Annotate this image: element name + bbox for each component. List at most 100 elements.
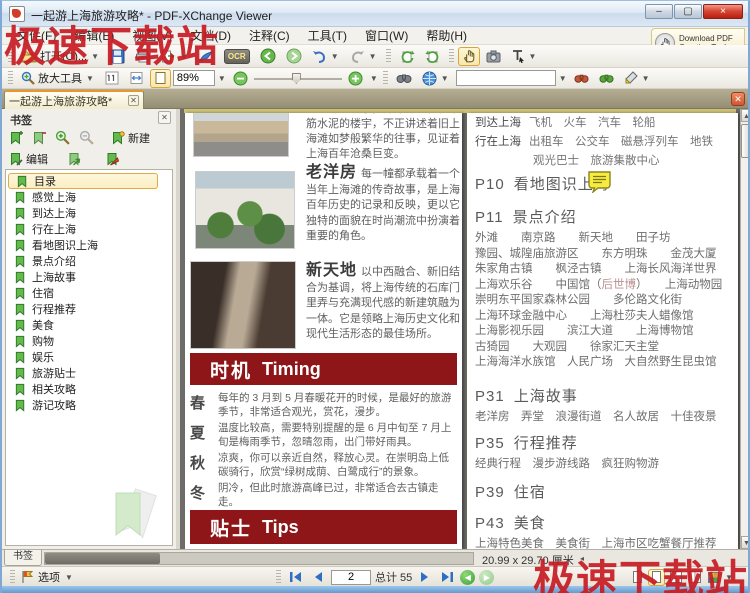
fit-page-button[interactable] <box>149 68 171 88</box>
toolbar-grip[interactable] <box>8 49 13 63</box>
bookmark-item[interactable]: 目录 <box>8 173 158 189</box>
next-view-button[interactable] <box>282 47 306 66</box>
sticky-note-icon[interactable] <box>587 170 612 193</box>
save-button[interactable] <box>106 47 129 66</box>
menu-comments[interactable]: 注释(C) <box>240 27 299 44</box>
toolbar-grip[interactable] <box>8 71 13 85</box>
export-dropdown-caret[interactable]: ▼ <box>179 52 189 61</box>
two-up-layout-button[interactable] <box>667 569 684 586</box>
bookmark-item[interactable]: 景点介绍 <box>6 253 172 269</box>
menu-document[interactable]: 文档(D) <box>181 27 240 44</box>
vertical-scrollbar[interactable]: ▲ ▼ <box>740 109 748 549</box>
options-label[interactable]: 选项 <box>38 569 60 585</box>
zoom-tool-button[interactable]: 放大工具 ▼ <box>17 69 99 88</box>
tab-close-icon[interactable]: ✕ <box>128 95 139 106</box>
highlight-caret[interactable]: ▼ <box>641 74 651 83</box>
continuous-layout-button[interactable] <box>648 568 666 586</box>
close-document-button[interactable]: ✕ <box>731 92 745 106</box>
hand-tool-button[interactable] <box>457 46 480 66</box>
search-caret[interactable]: ▼ <box>558 74 568 83</box>
reading-mode-button[interactable] <box>705 569 722 586</box>
browse-web-button[interactable]: ▼ <box>418 69 454 88</box>
email-button[interactable] <box>195 47 218 66</box>
open-button[interactable]: 打开(O)... ▼ <box>17 47 104 66</box>
bookmarks-bottom-tab[interactable]: 书签 <box>4 550 42 566</box>
previous-view-button[interactable] <box>256 47 280 66</box>
find-previous-button[interactable] <box>570 69 593 88</box>
bookmarks-close-icon[interactable]: ✕ <box>158 111 171 124</box>
ocr-button[interactable]: OCR <box>220 47 254 66</box>
bookmark-properties-button[interactable] <box>64 149 85 168</box>
bookmarks-zoom-in-button[interactable] <box>52 128 73 147</box>
find-next-button[interactable] <box>595 69 618 88</box>
bookmark-item[interactable]: 行在上海 <box>6 221 172 237</box>
toolbar-grip[interactable] <box>10 570 15 584</box>
bookmarks-zoom-out-button[interactable] <box>76 128 97 147</box>
history-forward-button[interactable]: ▶ <box>479 569 495 585</box>
undo-button[interactable]: ▼ <box>308 47 344 66</box>
menu-help[interactable]: 帮助(H) <box>417 27 476 44</box>
close-button[interactable]: × <box>703 4 743 19</box>
bookmark-item[interactable]: 感觉上海 <box>6 189 172 205</box>
history-back-button[interactable]: ◀ <box>460 569 476 585</box>
page-number-input[interactable] <box>331 569 371 585</box>
find-button[interactable] <box>392 69 416 88</box>
add-bookmark-button[interactable] <box>6 128 26 147</box>
scroll-up-icon[interactable]: ▲ <box>741 109 748 122</box>
toolbar-grip[interactable] <box>276 570 281 584</box>
bookmark-item[interactable]: 旅游贴士 <box>6 365 172 381</box>
search-input[interactable] <box>455 70 556 86</box>
bookmark-item[interactable]: 游记攻略 <box>6 397 172 413</box>
print-button[interactable] <box>131 47 155 66</box>
vertical-scrollbar-thumb[interactable] <box>741 124 748 158</box>
bookmark-item[interactable]: 住宿 <box>6 285 172 301</box>
fit-width-button[interactable] <box>125 69 148 88</box>
edit-bookmark-button[interactable]: 编辑 <box>6 149 51 168</box>
actual-size-button[interactable] <box>101 69 123 88</box>
select-text-tool-button[interactable]: ▼ <box>507 47 542 66</box>
toolbar-grip[interactable] <box>448 49 454 63</box>
menu-tools[interactable]: 工具(T) <box>299 27 356 44</box>
menu-window[interactable]: 窗口(W) <box>356 27 417 44</box>
options-caret[interactable]: ▼ <box>64 573 74 582</box>
rotate-cw-button[interactable] <box>421 47 445 66</box>
scroll-down-icon[interactable]: ▼ <box>741 536 748 549</box>
first-page-button[interactable] <box>287 569 305 585</box>
zoom-slider[interactable] <box>253 70 342 86</box>
bookmark-item[interactable]: 美食 <box>6 317 172 333</box>
zoom-level-input[interactable] <box>172 70 215 86</box>
horizontal-scrollbar[interactable] <box>44 552 474 565</box>
new-bookmark-button[interactable]: 新建 <box>108 128 153 147</box>
bookmark-item[interactable]: 娱乐 <box>6 349 172 365</box>
zoom-in-button[interactable] <box>344 69 367 88</box>
redo-dropdown-caret[interactable]: ▼ <box>368 52 378 61</box>
toolbar-grip[interactable] <box>385 49 391 63</box>
tools-dropdown-caret[interactable]: ▼ <box>528 52 538 61</box>
bookmark-item[interactable]: 相关攻略 <box>6 381 172 397</box>
export-button[interactable]: ▼ <box>157 47 193 66</box>
previous-page-button[interactable] <box>309 569 327 585</box>
zoom-presets-caret[interactable]: ▼ <box>369 74 379 83</box>
zoom-out-button[interactable] <box>229 69 252 88</box>
open-dropdown-caret[interactable]: ▼ <box>90 52 100 61</box>
zoom-slider-thumb[interactable] <box>291 73 301 84</box>
last-page-button[interactable] <box>438 569 456 585</box>
horizontal-scrollbar-thumb[interactable] <box>45 553 160 564</box>
menu-file[interactable]: 文件(F) <box>8 27 65 44</box>
rotate-ccw-button[interactable] <box>395 47 419 66</box>
snapshot-tool-button[interactable] <box>482 47 505 66</box>
single-page-layout-button[interactable] <box>629 569 646 586</box>
delete-bookmark-button[interactable] <box>29 128 49 147</box>
title-bar[interactable]: 一起游上海旅游攻略* - PDF-XChange Viewer – ▢ × <box>2 1 748 27</box>
layout-caret[interactable]: ▼ <box>724 573 734 582</box>
bookmark-item[interactable]: 到达上海 <box>6 205 172 221</box>
menu-view[interactable]: 视图(V) <box>123 27 181 44</box>
two-up-continuous-layout-button[interactable] <box>686 569 703 586</box>
menu-edit[interactable]: 编辑(E) <box>65 27 123 44</box>
minimize-button[interactable]: – <box>645 4 673 19</box>
bookmark-item[interactable]: 看地图识上海 <box>6 237 172 253</box>
next-page-button[interactable] <box>416 569 434 585</box>
document-tab[interactable]: 一起游上海旅游攻略* ✕ <box>4 90 144 109</box>
zoom-level-caret[interactable]: ▼ <box>217 74 227 83</box>
bookmark-item[interactable]: 购物 <box>6 333 172 349</box>
